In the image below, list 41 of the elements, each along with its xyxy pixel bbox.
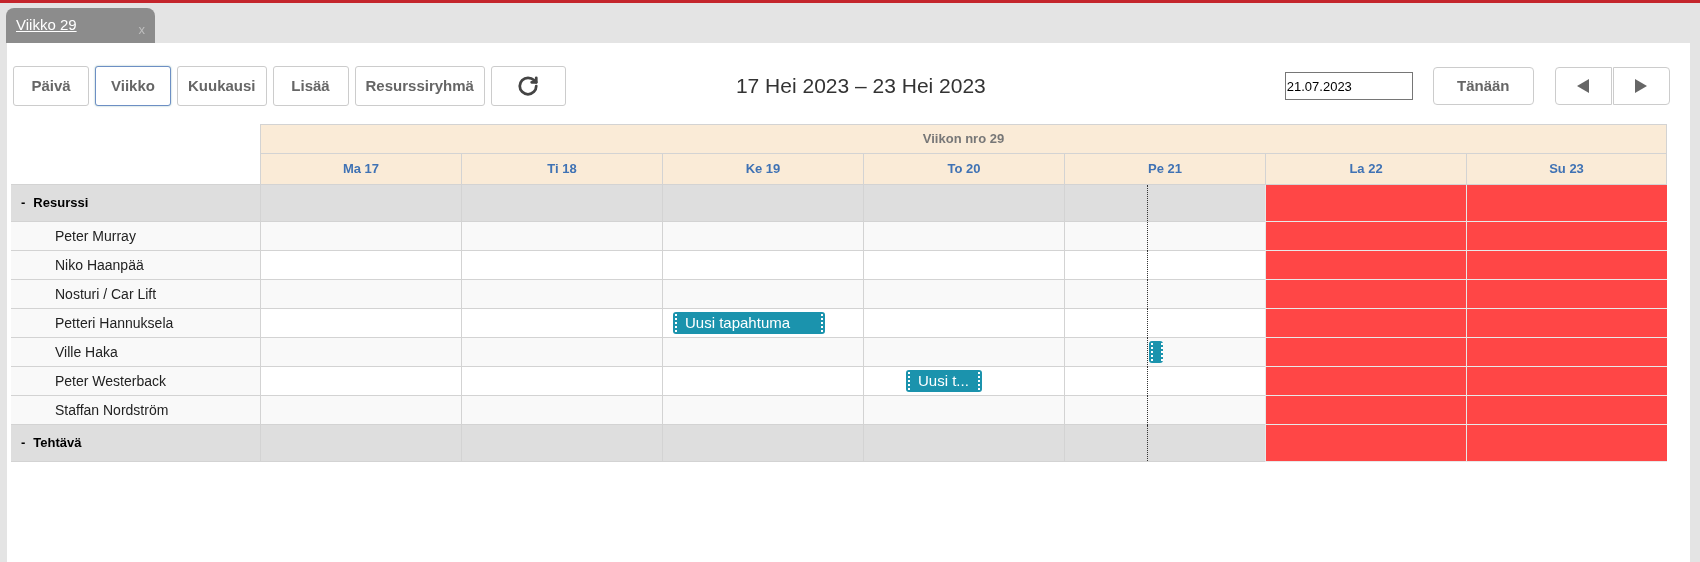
resource-name: Ville Haka xyxy=(11,338,260,367)
refresh-icon xyxy=(517,75,540,97)
event-title: Uusi t... xyxy=(918,370,970,391)
date-input[interactable]: 21.07.2023 xyxy=(1284,72,1413,100)
resource-name: Nosturi / Car Lift xyxy=(11,280,260,309)
resource-name: Peter Murray xyxy=(11,222,260,251)
day-header: To 20 xyxy=(863,154,1064,185)
event-title: Uusi tapahtuma xyxy=(685,312,792,333)
resource-name: Niko Haanpää xyxy=(11,251,260,280)
event-bar[interactable]: Uusi t... xyxy=(906,370,982,392)
group-header[interactable]: - Tehtävä xyxy=(11,425,260,462)
week-number-header: Viikon nro 29 xyxy=(260,124,1667,154)
day-header: Ti 18 xyxy=(461,154,662,185)
view-button[interactable]: Resurssiryhmä xyxy=(354,66,485,106)
tab-title[interactable]: Viikko 29 xyxy=(16,14,77,37)
collapse-toggle[interactable]: - xyxy=(21,193,26,213)
day-header: Pe 21 xyxy=(1064,154,1265,185)
date-range-title: 17 Hei 2023 – 23 Hei 2023 xyxy=(735,73,986,100)
group-title: Tehtävä xyxy=(33,434,82,453)
today-button[interactable]: Tänään xyxy=(1432,67,1534,105)
day-header: Ke 19 xyxy=(662,154,863,185)
collapse-toggle[interactable]: - xyxy=(21,433,26,453)
resource-name: Peter Westerback xyxy=(11,367,260,396)
group-header[interactable]: - Resurssi xyxy=(11,185,260,222)
view-button[interactable]: Päivä xyxy=(13,66,89,106)
view-button[interactable]: Kuukausi xyxy=(177,66,267,106)
view-button[interactable]: Lisää xyxy=(272,66,349,106)
right-triangle-icon xyxy=(1635,79,1648,93)
refresh-button[interactable] xyxy=(490,66,566,106)
event-bar[interactable] xyxy=(1149,341,1163,363)
previous-button[interactable] xyxy=(1554,67,1612,105)
event-bar[interactable]: Uusi tapahtuma xyxy=(673,312,825,334)
resource-name: Petteri Hannuksela xyxy=(11,309,260,338)
group-title: Resurssi xyxy=(33,194,89,213)
left-triangle-icon xyxy=(1577,79,1590,93)
day-header: Su 23 xyxy=(1466,154,1667,185)
next-button[interactable] xyxy=(1612,67,1670,105)
view-button[interactable]: Viikko xyxy=(95,66,171,106)
day-header: La 22 xyxy=(1265,154,1466,185)
resource-name: Staffan Nordström xyxy=(11,396,260,425)
day-header: Ma 17 xyxy=(260,154,461,185)
